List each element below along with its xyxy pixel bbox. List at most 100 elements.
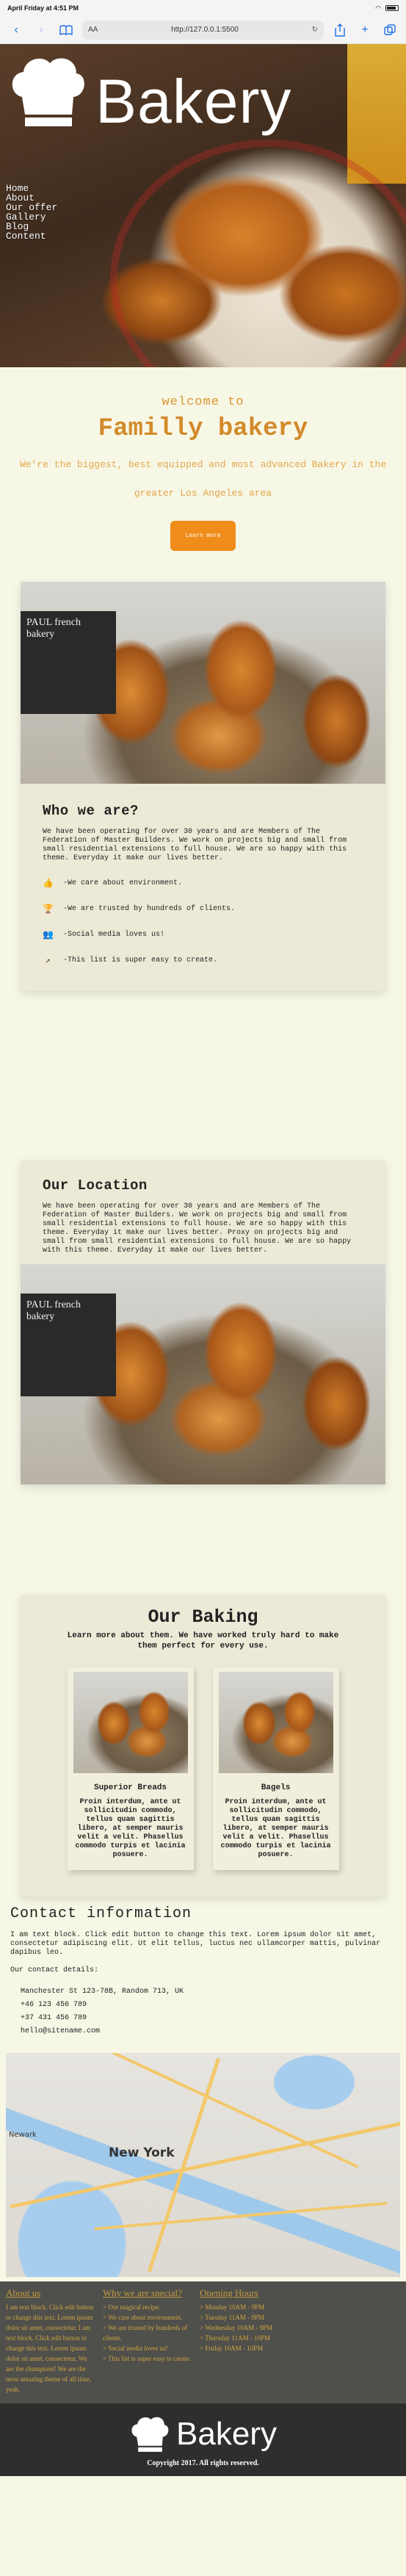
pastry-photo: PAUL french bakery: [21, 1264, 385, 1484]
plate-image: [110, 140, 406, 367]
about-section: PAUL french bakery Who we are? We have b…: [21, 582, 385, 991]
status-bar: April Friday at 4:51 PM ◠: [0, 0, 406, 16]
back-icon[interactable]: ‹: [7, 21, 25, 39]
feature-text: -We care about environment.: [63, 879, 183, 887]
location-body: Our Location We have been operating for …: [21, 1160, 385, 1264]
wifi-icon: ◠: [375, 4, 381, 12]
product-card[interactable]: Bagels Proin interdum, ante ut sollicitu…: [212, 1667, 339, 1870]
baking-cards: Superior Breads Proin interdum, ante ut …: [57, 1667, 349, 1870]
bakery-sign: PAUL french bakery: [21, 611, 116, 714]
feature-text: -We are trusted by hundreds of clients.: [63, 905, 236, 913]
new-tab-icon[interactable]: +: [356, 21, 374, 39]
location-section: Our Location We have been operating for …: [21, 1160, 385, 1484]
footer-columns: About us I am text block. Click edit but…: [0, 2281, 406, 2403]
footer-special-list: > Our magical recipe. > We care about en…: [103, 2302, 191, 2364]
footer-logo-text: Bakery: [176, 2416, 277, 2452]
map-city-label: New York: [109, 2146, 175, 2160]
welcome-title: Familly bakery: [98, 415, 308, 443]
reader-icon[interactable]: [57, 21, 75, 39]
contact-text: I am text block. Click edit button to ch…: [10, 1931, 381, 1957]
list-item: > Our magical recipe.: [103, 2303, 161, 2311]
map-city-label: Newark: [9, 2131, 37, 2139]
map-road: [10, 2121, 400, 2209]
footer-about-title: About us: [6, 2287, 41, 2298]
footer-hours-list: > Monday 10AM - 9PM > Tuesday 11AM - 9PM…: [200, 2302, 310, 2353]
copyright: Copyright 2017. All rights reserved.: [147, 2459, 259, 2467]
text-size-button[interactable]: AA: [88, 26, 98, 34]
contact-phone[interactable]: +46 123 456 789: [21, 1999, 396, 2012]
baking-heading: Our Baking: [148, 1606, 258, 1628]
trend-icon: ↗: [45, 956, 51, 966]
feature-text: -This list is super easy to create.: [63, 956, 218, 964]
trophy-icon: 🏆: [43, 904, 54, 914]
welcome-text: We're the biggest, best equipped and mos…: [19, 459, 387, 499]
footer-about-text: I am text block. Click edit button to ch…: [6, 2303, 94, 2393]
users-icon: 👥: [43, 930, 54, 940]
list-item: > Wednesday 10AM - 9PM: [200, 2324, 273, 2331]
baking-section: Our Baking Learn more about them. We hav…: [21, 1595, 385, 1897]
footer-logo[interactable]: Bakery: [0, 2414, 406, 2455]
product-card[interactable]: Superior Breads Proin interdum, ante ut …: [67, 1667, 194, 1870]
about-text: We have been operating for over 30 years…: [43, 828, 347, 862]
list-item: > Tuesday 11AM - 9PM: [200, 2314, 264, 2321]
product-title: Bagels: [261, 1783, 291, 1792]
footer-bottom: Bakery Copyright 2017. All rights reserv…: [0, 2403, 406, 2476]
contact-details: Manchester St 123-78B, Random 713, UK +4…: [10, 1985, 396, 2038]
chef-hat-icon: [12, 58, 84, 126]
product-text: Proin interdum, ante ut sollicitudin com…: [75, 1798, 186, 1859]
site-logo[interactable]: Bakery: [7, 51, 291, 132]
site-footer: About us I am text block. Click edit but…: [0, 2281, 406, 2476]
footer-hours: Opening Hours > Monday 10AM - 9PM > Tues…: [200, 2287, 310, 2395]
list-item: > We are trusted by hundreds of clients.: [103, 2324, 188, 2342]
battery-icon: [385, 5, 399, 11]
feature-item: 🏆 -We are trusted by hundreds of clients…: [43, 903, 363, 914]
product-title: Superior Breads: [93, 1783, 167, 1792]
footer-special-title: Why we are special?: [103, 2287, 182, 2298]
location-heading: Our Location: [43, 1177, 148, 1194]
footer-special: Why we are special? > Our magical recipe…: [103, 2287, 191, 2395]
feature-item: ↗ -This list is super easy to create.: [43, 955, 363, 966]
browser-toolbar: ‹ › AA http://127.0.0.1:5500 ↻ +: [0, 16, 406, 44]
share-icon[interactable]: [331, 21, 349, 39]
reload-icon[interactable]: ↻: [312, 26, 318, 34]
product-image: [218, 1672, 333, 1773]
product-image: [73, 1672, 188, 1773]
learn-more-button[interactable]: Learn more: [170, 521, 236, 551]
pastry-photo: PAUL french bakery: [21, 582, 385, 784]
status-right: ◠: [375, 4, 399, 12]
chef-hat-icon: [131, 2417, 169, 2452]
main-nav: Home About Our offer Gallery Blog Conten…: [6, 184, 57, 241]
list-item: > Social media loves us!: [103, 2345, 168, 2352]
feature-item: 👍 -We care about environment.: [43, 878, 363, 889]
contact-section: Contact information I am text block. Cli…: [0, 1901, 406, 2046]
map-road: [94, 2201, 388, 2231]
nav-content[interactable]: Content: [6, 231, 57, 241]
status-time: April Friday at 4:51 PM: [7, 4, 79, 12]
product-text: Proin interdum, ante ut sollicitudin com…: [220, 1798, 331, 1859]
contact-details-label: Our contact details:: [10, 1966, 99, 1974]
bakery-sign: PAUL french bakery: [21, 1294, 116, 1396]
location-map[interactable]: New York Newark: [6, 2053, 400, 2277]
logo-text: Bakery: [95, 67, 292, 136]
forward-icon[interactable]: ›: [32, 21, 50, 39]
location-text: We have been operating for over 30 years…: [43, 1202, 352, 1255]
url-text[interactable]: http://127.0.0.1:5500: [102, 26, 307, 34]
tabs-icon[interactable]: [381, 21, 399, 39]
welcome-subtitle: welcome to: [162, 395, 244, 409]
baking-lead: Learn more about them. We have worked tr…: [67, 1631, 339, 1650]
contact-email[interactable]: hello@sitename.com: [21, 2025, 396, 2038]
contact-phone[interactable]: +37 431 456 789: [21, 2012, 396, 2025]
about-heading: Who we are?: [43, 803, 139, 819]
list-item: > Monday 10AM - 9PM: [200, 2303, 265, 2311]
contact-heading: Contact information: [10, 1905, 192, 1922]
address-bar[interactable]: AA http://127.0.0.1:5500 ↻: [82, 20, 324, 40]
footer-hours-title: Opening Hours: [200, 2287, 258, 2298]
list-item: > Friday 10AM - 10PM: [200, 2345, 264, 2352]
footer-about: About us I am text block. Click edit but…: [6, 2287, 94, 2395]
list-item: > This list is super easy to create.: [103, 2355, 191, 2362]
hero-banner: Bakery Home About Our offer Gallery Blog…: [0, 44, 406, 367]
welcome-section: welcome to Familly bakery We're the bigg…: [0, 367, 406, 580]
feature-text: -Social media loves us!: [63, 931, 165, 939]
